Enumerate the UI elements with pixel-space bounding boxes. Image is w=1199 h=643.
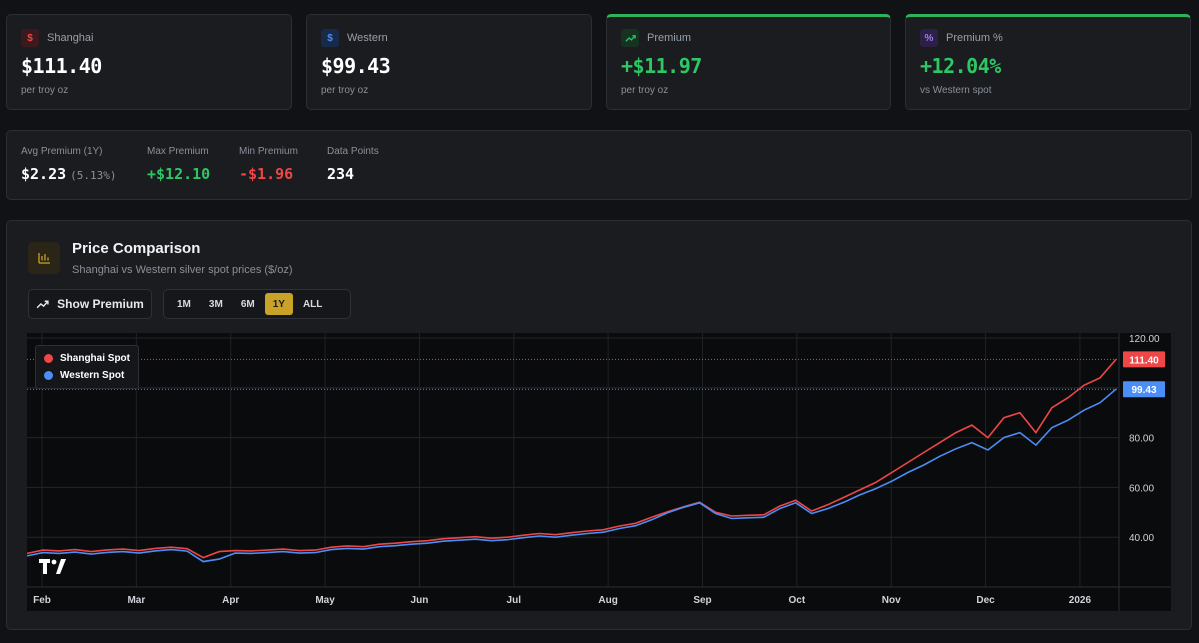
range-all-button[interactable]: ALL xyxy=(295,293,330,315)
stat-value: $111.40 xyxy=(21,54,102,78)
avg-premium-percent: (5.13%) xyxy=(70,169,117,182)
x-tick-label: May xyxy=(315,595,335,606)
min-premium-value: -$1.96 xyxy=(239,165,294,183)
legend-label: Western Spot xyxy=(60,370,125,381)
dollar-icon: $ xyxy=(21,29,39,47)
x-tick-label: 2026 xyxy=(1069,595,1092,606)
time-range-selector: 1M 3M 6M 1Y ALL xyxy=(163,289,351,319)
price-comparison-panel: Price Comparison Shanghai vs Western sil… xyxy=(6,220,1192,630)
trending-up-icon xyxy=(621,29,639,47)
x-tick-label: Dec xyxy=(976,595,995,606)
stat-card-premium-percent: % Premium % +12.04% vs Western spot xyxy=(905,14,1191,110)
show-premium-label: Show Premium xyxy=(57,297,144,311)
bar-chart-icon xyxy=(28,242,60,274)
y-tick-label: 120.00 xyxy=(1129,334,1160,345)
range-6m-button[interactable]: 6M xyxy=(233,293,263,315)
legend-item-western: Western Spot xyxy=(44,367,130,384)
y-tick-label: 40.00 xyxy=(1129,533,1154,544)
data-points-value: 234 xyxy=(327,165,355,183)
tradingview-logo xyxy=(39,559,67,579)
show-premium-button[interactable]: Show Premium xyxy=(28,289,152,319)
range-1m-button[interactable]: 1M xyxy=(169,293,199,315)
plot-area xyxy=(27,333,1119,587)
legend-item-shanghai: Shanghai Spot xyxy=(44,350,130,367)
trending-up-icon xyxy=(36,300,49,308)
stat-label: Premium % xyxy=(946,32,1003,44)
x-tick-label: Jun xyxy=(411,595,429,606)
avg-premium-value: $2.23 xyxy=(21,165,67,183)
stat-value: +$11.97 xyxy=(621,54,702,78)
x-tick-label: Apr xyxy=(222,595,239,606)
legend-swatch xyxy=(44,354,53,363)
min-premium: Min Premium -$1.96 xyxy=(239,146,298,183)
last-price-label: 99.43 xyxy=(1131,385,1156,396)
x-tick-label: Jul xyxy=(507,595,522,606)
avg-premium-label: Avg Premium (1Y) xyxy=(21,146,103,157)
legend-label: Shanghai Spot xyxy=(60,353,130,364)
stat-label: Shanghai xyxy=(47,32,94,44)
range-1y-button[interactable]: 1Y xyxy=(264,293,293,315)
legend-swatch xyxy=(44,371,53,380)
stat-sub: vs Western spot xyxy=(920,85,992,96)
stat-card-premium: Premium +$11.97 per troy oz xyxy=(606,14,891,110)
x-tick-label: Sep xyxy=(693,595,711,606)
stat-label: Western xyxy=(347,32,388,44)
max-premium-label: Max Premium xyxy=(147,146,209,157)
stat-value: +12.04% xyxy=(920,54,1001,78)
percent-icon: % xyxy=(920,29,938,47)
panel-title: Price Comparison xyxy=(72,240,201,257)
stat-card-western: $ Western $99.43 per troy oz xyxy=(306,14,592,110)
stat-value: $99.43 xyxy=(321,54,391,78)
stat-sub: per troy oz xyxy=(21,85,69,96)
x-tick-label: Aug xyxy=(598,595,617,606)
max-premium-value: +$12.10 xyxy=(147,165,211,183)
data-points: Data Points 234 xyxy=(327,146,379,183)
x-tick-label: Feb xyxy=(33,595,51,606)
dollar-icon: $ xyxy=(321,29,339,47)
last-price-label: 111.40 xyxy=(1129,355,1159,366)
panel-subtitle: Shanghai vs Western silver spot prices (… xyxy=(72,264,293,276)
x-tick-label: Oct xyxy=(789,595,806,606)
y-tick-label: 80.00 xyxy=(1129,434,1154,445)
x-tick-label: Nov xyxy=(882,595,901,606)
premium-summary: Avg Premium (1Y) $2.23 (5.13%) Max Premiu… xyxy=(6,130,1192,200)
price-chart-svg[interactable]: 40.0060.0080.00100.00120.00FebMarAprMayJ… xyxy=(26,333,1171,611)
stat-sub: per troy oz xyxy=(321,85,369,96)
x-tick-label: Mar xyxy=(127,595,145,606)
stat-sub: per troy oz xyxy=(621,85,669,96)
chart-legend: Shanghai Spot Western Spot xyxy=(35,345,139,389)
data-points-label: Data Points xyxy=(327,146,379,157)
price-chart[interactable]: 40.0060.0080.00100.00120.00FebMarAprMayJ… xyxy=(26,333,1171,611)
range-3m-button[interactable]: 3M xyxy=(201,293,231,315)
stat-card-shanghai: $ Shanghai $111.40 per troy oz xyxy=(6,14,292,110)
max-premium: Max Premium +$12.10 xyxy=(147,146,210,183)
y-tick-label: 60.00 xyxy=(1129,483,1154,494)
min-premium-label: Min Premium xyxy=(239,146,298,157)
stat-label: Premium xyxy=(647,32,692,44)
avg-premium: Avg Premium (1Y) $2.23 (5.13%) xyxy=(21,146,117,183)
